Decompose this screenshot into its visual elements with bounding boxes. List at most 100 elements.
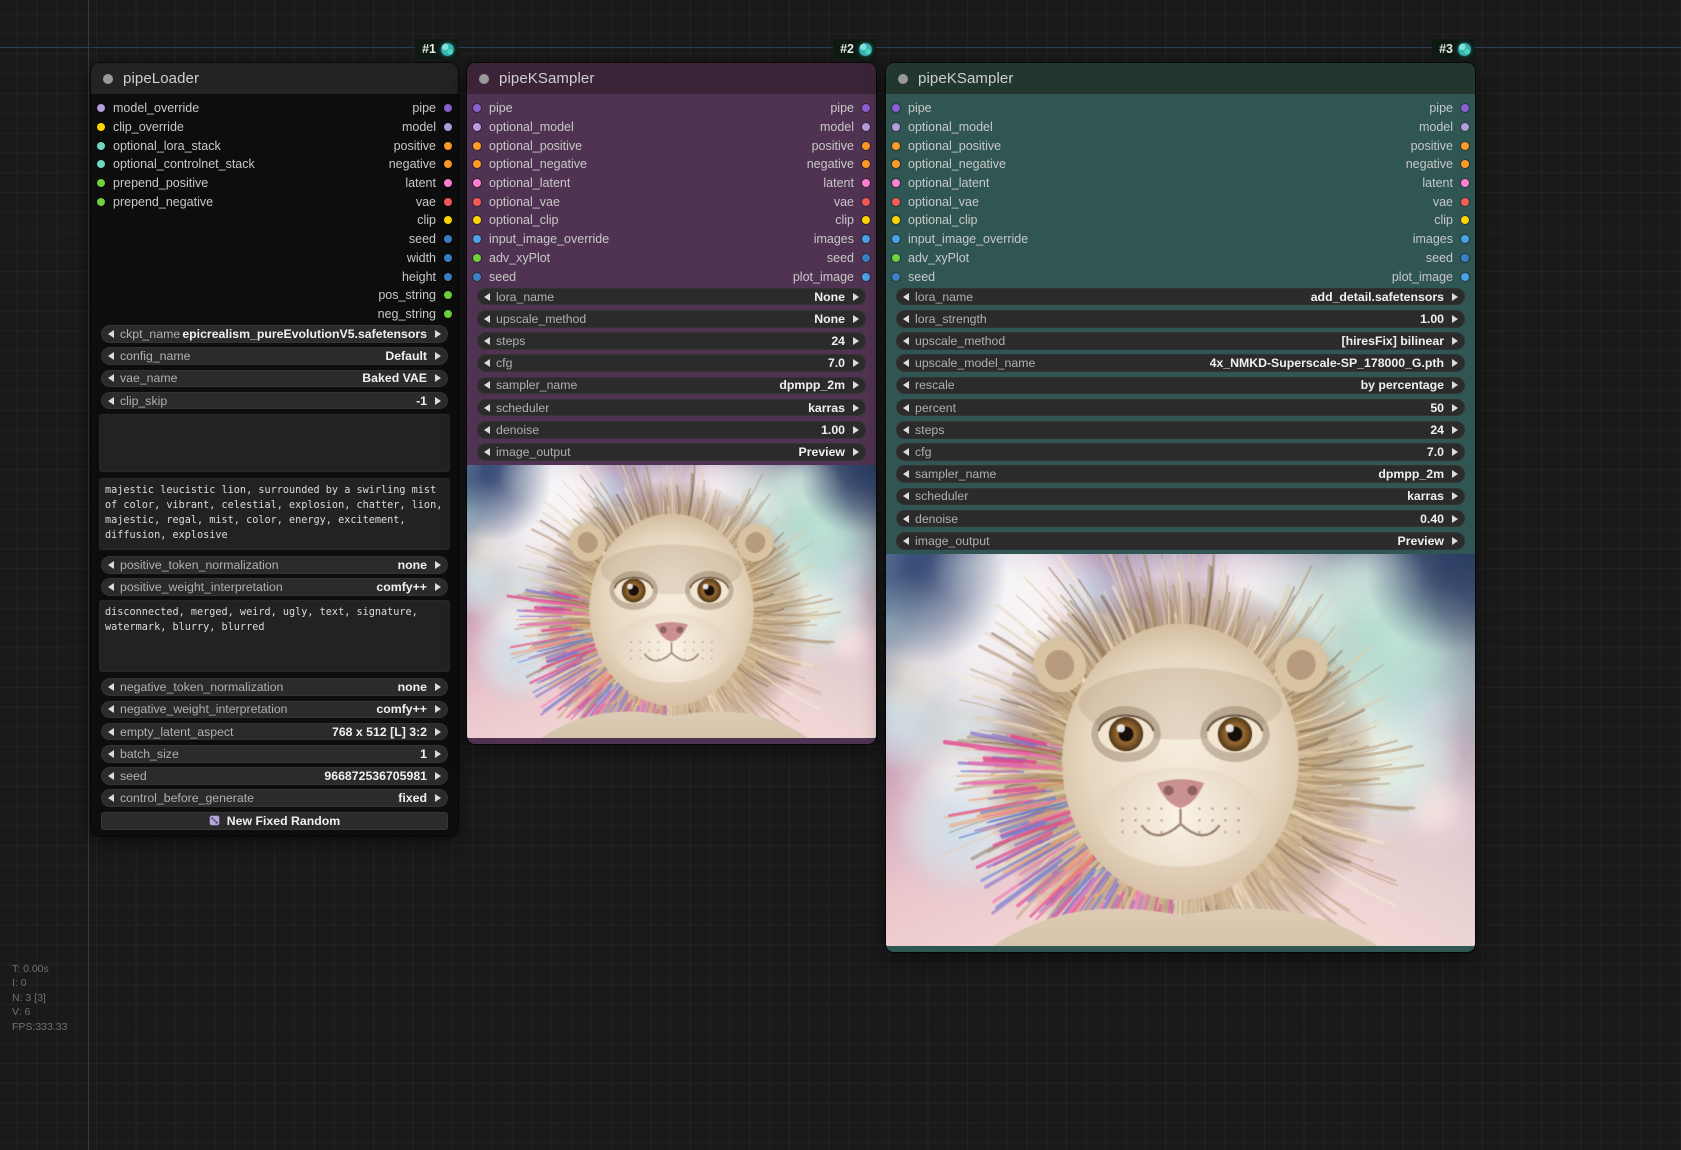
output-slot-plot_image[interactable]: plot_image (1392, 270, 1480, 284)
chevron-right-icon[interactable] (853, 447, 859, 456)
input-slot-optional_vae[interactable]: optional_vae (462, 195, 560, 209)
slot-dot-icon[interactable] (473, 253, 481, 262)
output-slot-model[interactable]: model (402, 120, 463, 134)
slot-dot-icon[interactable] (97, 123, 105, 132)
chevron-right-icon[interactable] (435, 794, 441, 803)
input-slot-optional_vae[interactable]: optional_vae (881, 195, 979, 209)
widget-seed[interactable]: seed 966872536705981 (101, 767, 448, 785)
widget-rescale[interactable]: rescale by percentage (896, 376, 1465, 395)
chevron-right-icon[interactable] (1452, 359, 1458, 368)
output-slot-pipe[interactable]: pipe (1429, 101, 1480, 115)
widget-control_before_generate[interactable]: control_before_generate fixed (101, 789, 448, 807)
chevron-right-icon[interactable] (435, 396, 441, 405)
input-slot-optional_positive[interactable]: optional_positive (881, 139, 1001, 153)
widget-sampler_name[interactable]: sampler_name dpmpp_2m (477, 376, 866, 395)
slot-dot-icon[interactable] (1461, 160, 1469, 169)
chevron-right-icon[interactable] (1452, 292, 1458, 301)
new-fixed-random-button[interactable]: New Fixed Random (101, 811, 448, 830)
slot-dot-icon[interactable] (862, 253, 870, 262)
chevron-right-icon[interactable] (1452, 314, 1458, 323)
chevron-right-icon[interactable] (1452, 425, 1458, 434)
slot-dot-icon[interactable] (473, 141, 481, 150)
widget-cfg[interactable]: cfg 7.0 (896, 443, 1465, 461)
output-slot-latent[interactable]: latent (1422, 176, 1480, 190)
widget-lora_name[interactable]: lora_name add_detail.safetensors (896, 287, 1465, 306)
output-slot-height[interactable]: height (402, 270, 463, 284)
slot-dot-icon[interactable] (97, 197, 105, 206)
widget-lora_strength[interactable]: lora_strength 1.00 (896, 310, 1465, 328)
slot-dot-icon[interactable] (1461, 216, 1469, 225)
output-slot-seed[interactable]: seed (409, 232, 463, 246)
output-slot-model[interactable]: model (820, 120, 881, 134)
output-slot-vae[interactable]: vae (834, 195, 881, 209)
slot-dot-icon[interactable] (473, 216, 481, 225)
widget-batch_size[interactable]: batch_size 1 (101, 744, 448, 763)
chevron-left-icon[interactable] (108, 374, 114, 383)
slot-dot-icon[interactable] (444, 253, 452, 262)
slot-dot-icon[interactable] (473, 123, 481, 132)
chevron-right-icon[interactable] (853, 314, 859, 323)
lion-preview-image[interactable] (886, 554, 1475, 947)
slot-dot-icon[interactable] (97, 160, 105, 169)
input-slot-seed[interactable]: seed (462, 270, 516, 284)
node-pipeksampler-base[interactable]: #2 pipeKSampler pipe pipe optional_model mo… (467, 39, 876, 745)
chevron-left-icon[interactable] (108, 749, 114, 758)
widget-cfg[interactable]: cfg 7.0 (477, 354, 866, 373)
input-slot-optional_controlnet_stack[interactable]: optional_controlnet_stack (86, 157, 255, 171)
chevron-left-icon[interactable] (903, 536, 909, 545)
lion-preview-image[interactable] (467, 465, 876, 739)
output-slot-vae[interactable]: vae (416, 195, 463, 209)
input-slot-clip_override[interactable]: clip_override (86, 120, 184, 134)
chevron-right-icon[interactable] (435, 582, 441, 591)
chevron-right-icon[interactable] (435, 705, 441, 714)
chevron-right-icon[interactable] (853, 292, 859, 301)
input-slot-optional_positive[interactable]: optional_positive (462, 139, 582, 153)
slot-dot-icon[interactable] (862, 216, 870, 225)
chevron-right-icon[interactable] (1452, 337, 1458, 346)
output-slot-positive[interactable]: positive (1411, 139, 1480, 153)
widget-steps[interactable]: steps 24 (477, 332, 866, 350)
slot-dot-icon[interactable] (862, 141, 870, 150)
node-pipeksampler-hires[interactable]: #3 pipeKSampler pipe pipe optional_model mo… (886, 39, 1475, 953)
widget-image_output[interactable]: image_output Preview (896, 531, 1465, 550)
chevron-left-icon[interactable] (108, 683, 114, 692)
collapse-dot-icon[interactable] (103, 73, 113, 84)
widget-negative_token_normalization[interactable]: negative_token_normalization none (101, 678, 448, 696)
chevron-left-icon[interactable] (108, 727, 114, 736)
chevron-left-icon[interactable] (484, 359, 490, 368)
chevron-left-icon[interactable] (903, 447, 909, 456)
slot-dot-icon[interactable] (892, 123, 900, 132)
widget-denoise[interactable]: denoise 0.40 (896, 509, 1465, 528)
chevron-right-icon[interactable] (1452, 492, 1458, 501)
chevron-right-icon[interactable] (435, 727, 441, 736)
chevron-right-icon[interactable] (1452, 447, 1458, 456)
chevron-left-icon[interactable] (903, 470, 909, 479)
chevron-left-icon[interactable] (108, 396, 114, 405)
output-slot-latent[interactable]: latent (823, 176, 881, 190)
slot-dot-icon[interactable] (892, 235, 900, 244)
chevron-left-icon[interactable] (484, 447, 490, 456)
chevron-left-icon[interactable] (484, 403, 490, 412)
output-slot-width[interactable]: width (407, 251, 463, 265)
chevron-left-icon[interactable] (108, 330, 114, 339)
slot-dot-icon[interactable] (97, 141, 105, 150)
slot-dot-icon[interactable] (444, 160, 452, 169)
input-slot-seed[interactable]: seed (881, 270, 935, 284)
slot-dot-icon[interactable] (862, 197, 870, 206)
widget-ckpt_name[interactable]: ckpt_name epicrealism_pureEvolutionV5.saf… (101, 325, 448, 343)
slot-dot-icon[interactable] (473, 179, 481, 188)
slot-dot-icon[interactable] (1461, 272, 1469, 281)
chevron-right-icon[interactable] (435, 352, 441, 361)
node-titlebar[interactable]: pipeLoader (91, 63, 458, 94)
slot-dot-icon[interactable] (444, 291, 452, 300)
slot-dot-icon[interactable] (1461, 141, 1469, 150)
input-slot-input_image_override[interactable]: input_image_override (881, 232, 1028, 246)
slot-dot-icon[interactable] (444, 197, 452, 206)
output-slot-seed[interactable]: seed (827, 251, 881, 265)
chevron-left-icon[interactable] (484, 337, 490, 346)
chevron-left-icon[interactable] (484, 381, 490, 390)
output-slot-plot_image[interactable]: plot_image (793, 270, 881, 284)
input-slot-adv_xyPlot[interactable]: adv_xyPlot (881, 251, 969, 265)
input-slot-model_override[interactable]: model_override (86, 101, 199, 115)
widget-upscale_model_name[interactable]: upscale_model_name 4x_NMKD-Superscale-SP_… (896, 354, 1465, 373)
